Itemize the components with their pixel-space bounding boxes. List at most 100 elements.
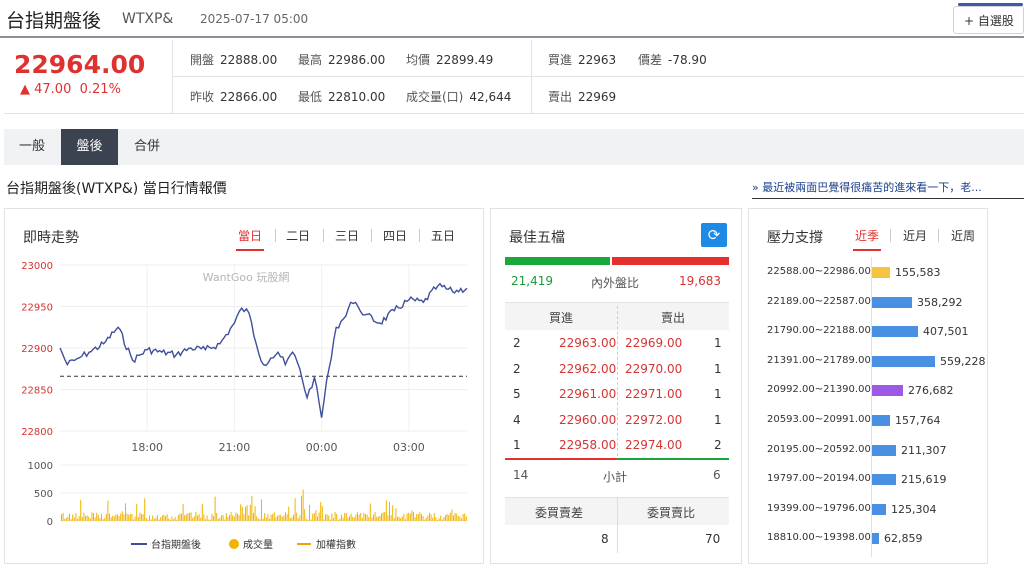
volume-bar xyxy=(387,515,389,521)
volume-bar xyxy=(376,516,378,521)
news-link[interactable]: » 最近被兩面巴覺得很痛苦的進來看一下，老... xyxy=(752,179,1024,199)
volume-bar xyxy=(296,512,298,521)
volume-bar xyxy=(465,516,467,521)
volume-bar xyxy=(105,513,107,521)
bid-price: 22961.00 xyxy=(559,387,617,401)
volume-bar xyxy=(208,519,210,521)
ask-qty: 2 xyxy=(714,438,722,452)
bid-price: 22963.00 xyxy=(559,336,617,350)
series-line-price xyxy=(59,282,468,418)
volume-bar xyxy=(297,518,299,521)
add-watchlist-button[interactable]: + 自選股 xyxy=(953,3,1024,34)
volume-bar xyxy=(144,498,146,521)
volume-bar xyxy=(249,504,251,521)
volume-bar xyxy=(371,517,373,521)
ask-qty: 1 xyxy=(714,361,722,376)
symbol-code: WTXP& xyxy=(122,11,174,27)
tab-general[interactable]: 一般 xyxy=(4,129,60,165)
subtotal-ask: 6 xyxy=(713,468,721,482)
volume-bar xyxy=(264,513,266,521)
ask-qty: 1 xyxy=(714,336,722,350)
volume-bar xyxy=(872,444,896,456)
tab-month[interactable]: 近月 xyxy=(903,227,927,244)
pressure-row: 20593.00~20991.00 157,764 xyxy=(749,414,987,428)
volume-bar xyxy=(161,515,163,521)
volume-bar xyxy=(209,519,211,521)
volume-bar xyxy=(435,517,437,521)
volume-bar xyxy=(192,518,194,521)
pressure-panel: 壓力支撐 近季 近月 近周 22588.00~22986.00 155,583 22… xyxy=(748,208,988,564)
volume-bar xyxy=(126,513,128,521)
volume-bar xyxy=(216,512,218,521)
volume-bar xyxy=(262,518,264,521)
volume-bar xyxy=(270,514,272,521)
ask-qty: 1 xyxy=(714,387,722,401)
pressure-row: 22189.00~22587.00 358,292 xyxy=(749,296,987,310)
bid-price: 22958.00 xyxy=(559,438,617,452)
ask-price: 22972.00 xyxy=(625,412,683,427)
tab-quarter[interactable]: 近季 xyxy=(852,227,882,251)
volume-bar xyxy=(77,518,78,521)
volume-bar xyxy=(438,518,440,521)
quote-datetime: 2025-07-17 05:00 xyxy=(200,12,309,26)
volume-bar xyxy=(229,515,230,521)
volume-bar xyxy=(454,513,456,521)
inner-volume: 19,683 xyxy=(679,274,721,288)
volume-bar xyxy=(248,515,250,521)
volume-bar xyxy=(409,513,411,521)
x-tick-label: 21:00 xyxy=(219,441,251,454)
volume-bar xyxy=(241,506,243,521)
price-range: 19399.00~19796.00 xyxy=(767,502,871,514)
volume-bar xyxy=(245,506,246,521)
price-range: 20195.00~20592.00 xyxy=(767,443,871,455)
volume-bar xyxy=(424,519,426,521)
volume-bar xyxy=(222,515,224,521)
order-ratio-value: 70 xyxy=(705,532,721,546)
tab-after-hours[interactable]: 盤後 xyxy=(61,129,118,165)
price-range: 21391.00~21789.00 xyxy=(767,354,871,366)
legend-index: 加權指數 xyxy=(316,538,356,551)
volume-bar xyxy=(69,513,70,521)
volume-bar xyxy=(307,519,309,521)
x-tick-label: 00:00 xyxy=(306,441,338,454)
order-diff-value: 8 xyxy=(601,532,609,546)
y-tick-label: 22950 xyxy=(21,303,53,314)
change-percent: 0.21% xyxy=(79,82,121,97)
volume-bar xyxy=(155,517,157,521)
volume-bar xyxy=(310,519,312,521)
volume-bar xyxy=(131,513,133,521)
volume-bar xyxy=(312,513,314,521)
volume-bar xyxy=(78,516,80,521)
pressure-row: 19797.00~20194.00 215,619 xyxy=(749,473,987,487)
legend-volume: 成交量 xyxy=(243,538,273,551)
trend-chart[interactable]: WantGoo 玩股網 23000 22950 22900 22850 22800 18:… xyxy=(5,209,485,565)
volume-value: 155,583 xyxy=(895,266,941,279)
volume-bar xyxy=(182,503,184,521)
bid-qty: 1 xyxy=(513,438,521,452)
volume-bar xyxy=(441,519,443,521)
volume-bar xyxy=(453,515,454,521)
volume-bar xyxy=(67,516,69,521)
volume-bar xyxy=(110,517,112,521)
volume-bar xyxy=(200,517,202,521)
price-range: 18810.00~19398.00 xyxy=(767,532,871,544)
volume-bar xyxy=(393,518,395,521)
volume-bar xyxy=(214,496,216,521)
volume-bar xyxy=(120,513,122,521)
volume-bar xyxy=(147,519,149,521)
volume-bar xyxy=(437,520,438,521)
volume-bar xyxy=(353,517,355,521)
tab-combined[interactable]: 合併 xyxy=(119,129,175,165)
volume-bar xyxy=(219,517,221,521)
volume-bar xyxy=(320,502,322,521)
tab-week[interactable]: 近周 xyxy=(951,227,975,244)
volume-bar xyxy=(315,510,317,521)
volume-bar xyxy=(403,513,405,521)
pressure-row: 21790.00~22188.00 407,501 xyxy=(749,325,987,339)
refresh-icon[interactable]: ⟳ xyxy=(701,223,727,247)
volume-bar xyxy=(459,516,461,521)
volume-bar xyxy=(369,503,371,521)
volume-bar xyxy=(96,512,98,521)
volume-bar xyxy=(464,513,466,521)
volume-value: 407,501 xyxy=(923,325,969,339)
